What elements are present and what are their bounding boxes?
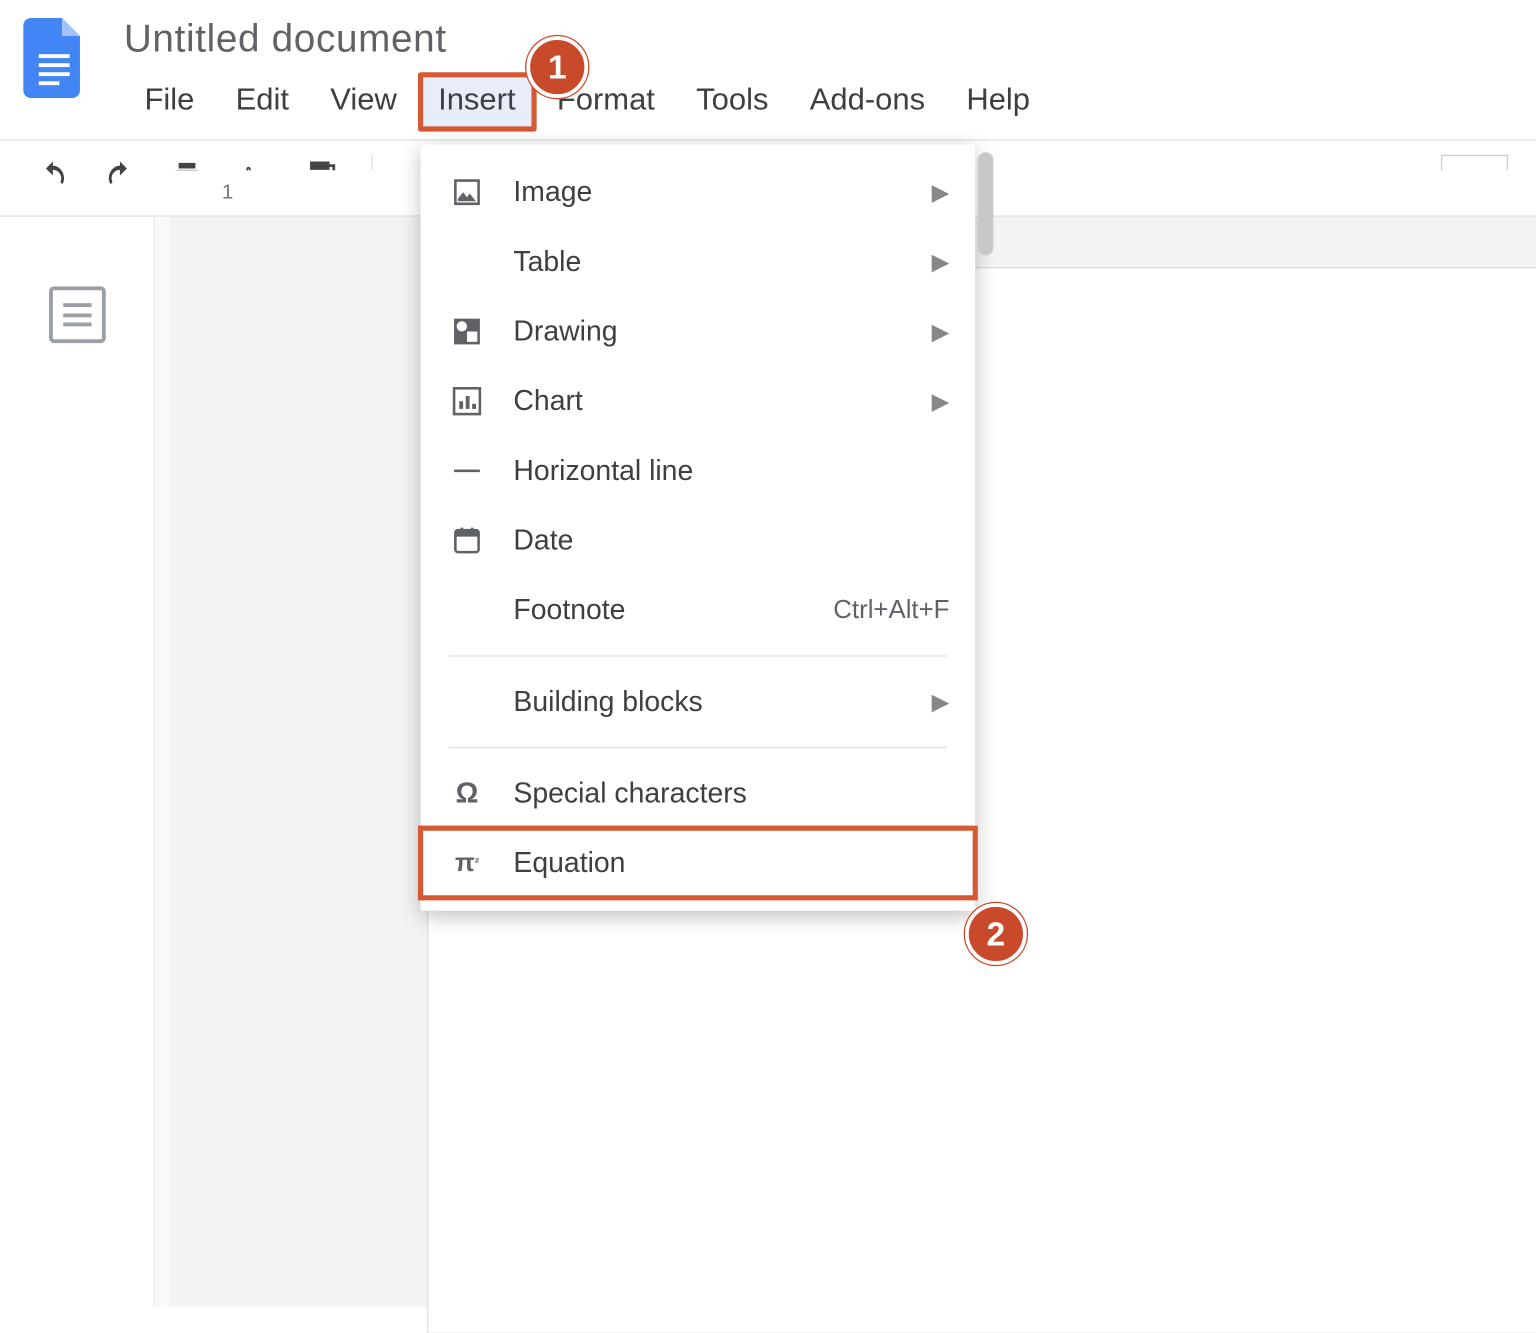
blank-icon — [449, 244, 485, 280]
menu-item-label: Image — [513, 175, 903, 209]
left-rail — [0, 217, 155, 1307]
omega-icon: Ω — [449, 775, 485, 811]
date-icon — [449, 522, 485, 558]
menu-file[interactable]: File — [124, 72, 215, 131]
menu-item-label: Date — [513, 524, 949, 558]
menu-item-table[interactable]: Table ▶ — [421, 227, 976, 297]
image-icon — [449, 174, 485, 210]
submenu-arrow-icon: ▶ — [932, 179, 950, 206]
menu-item-label: Chart — [513, 384, 903, 418]
menu-edit[interactable]: Edit — [215, 72, 310, 131]
menu-item-chart[interactable]: Chart ▶ — [421, 366, 976, 436]
menu-view[interactable]: View — [310, 72, 418, 131]
menu-separator — [449, 747, 947, 748]
menu-tools[interactable]: Tools — [676, 72, 790, 131]
menu-item-label: Special characters — [513, 777, 949, 811]
menu-insert[interactable]: Insert — [417, 72, 536, 131]
outline-icon[interactable] — [48, 286, 105, 343]
menu-item-label: Table — [513, 245, 903, 279]
insert-dropdown: Image ▶ Table ▶ Drawing ▶ Chart ▶ — [421, 144, 976, 910]
ruler-mark: 1 — [222, 181, 233, 204]
submenu-arrow-icon: ▶ — [932, 388, 950, 415]
chart-icon — [449, 383, 485, 419]
blank-icon — [449, 684, 485, 720]
vertical-ruler — [155, 217, 170, 1307]
undo-icon — [36, 158, 70, 198]
blank-icon — [449, 592, 485, 628]
menubar: File Edit View Insert Format Tools Add-o… — [124, 72, 1051, 131]
menu-item-label: Building blocks — [513, 685, 903, 719]
menu-separator — [449, 655, 947, 656]
menu-item-image[interactable]: Image ▶ — [421, 157, 976, 227]
callout-badge-2: 2 — [965, 903, 1027, 965]
menu-addons[interactable]: Add-ons — [789, 72, 946, 131]
menu-item-drawing[interactable]: Drawing ▶ — [421, 297, 976, 367]
menu-item-label: Drawing — [513, 315, 903, 349]
menu-item-special-characters[interactable]: Ω Special characters — [421, 759, 976, 829]
menu-item-label: Footnote — [513, 593, 804, 627]
redo-button[interactable] — [95, 154, 144, 203]
submenu-arrow-icon: ▶ — [932, 248, 950, 275]
callout-badge-1: 1 — [526, 36, 588, 98]
drawing-icon — [449, 313, 485, 349]
horizontal-line-icon — [449, 453, 485, 489]
menu-item-date[interactable]: Date — [421, 506, 976, 576]
docs-logo[interactable] — [18, 13, 90, 103]
menu-item-horizontal-line[interactable]: Horizontal line — [421, 436, 976, 506]
scrollbar[interactable] — [978, 152, 993, 255]
submenu-arrow-icon: ▶ — [932, 688, 950, 715]
menu-item-label: Equation — [513, 846, 949, 880]
submenu-arrow-icon: ▶ — [932, 318, 950, 345]
menu-item-label: Horizontal line — [513, 454, 949, 488]
menu-item-building-blocks[interactable]: Building blocks ▶ — [421, 667, 976, 737]
shortcut-label: Ctrl+Alt+F — [833, 595, 949, 625]
menu-item-equation[interactable]: π² Equation — [421, 828, 976, 898]
undo-button[interactable] — [28, 154, 77, 203]
pi-icon: π² — [449, 845, 485, 881]
menu-item-footnote[interactable]: Footnote Ctrl+Alt+F — [421, 575, 976, 645]
redo-icon — [103, 158, 137, 198]
menu-help[interactable]: Help — [946, 72, 1051, 131]
